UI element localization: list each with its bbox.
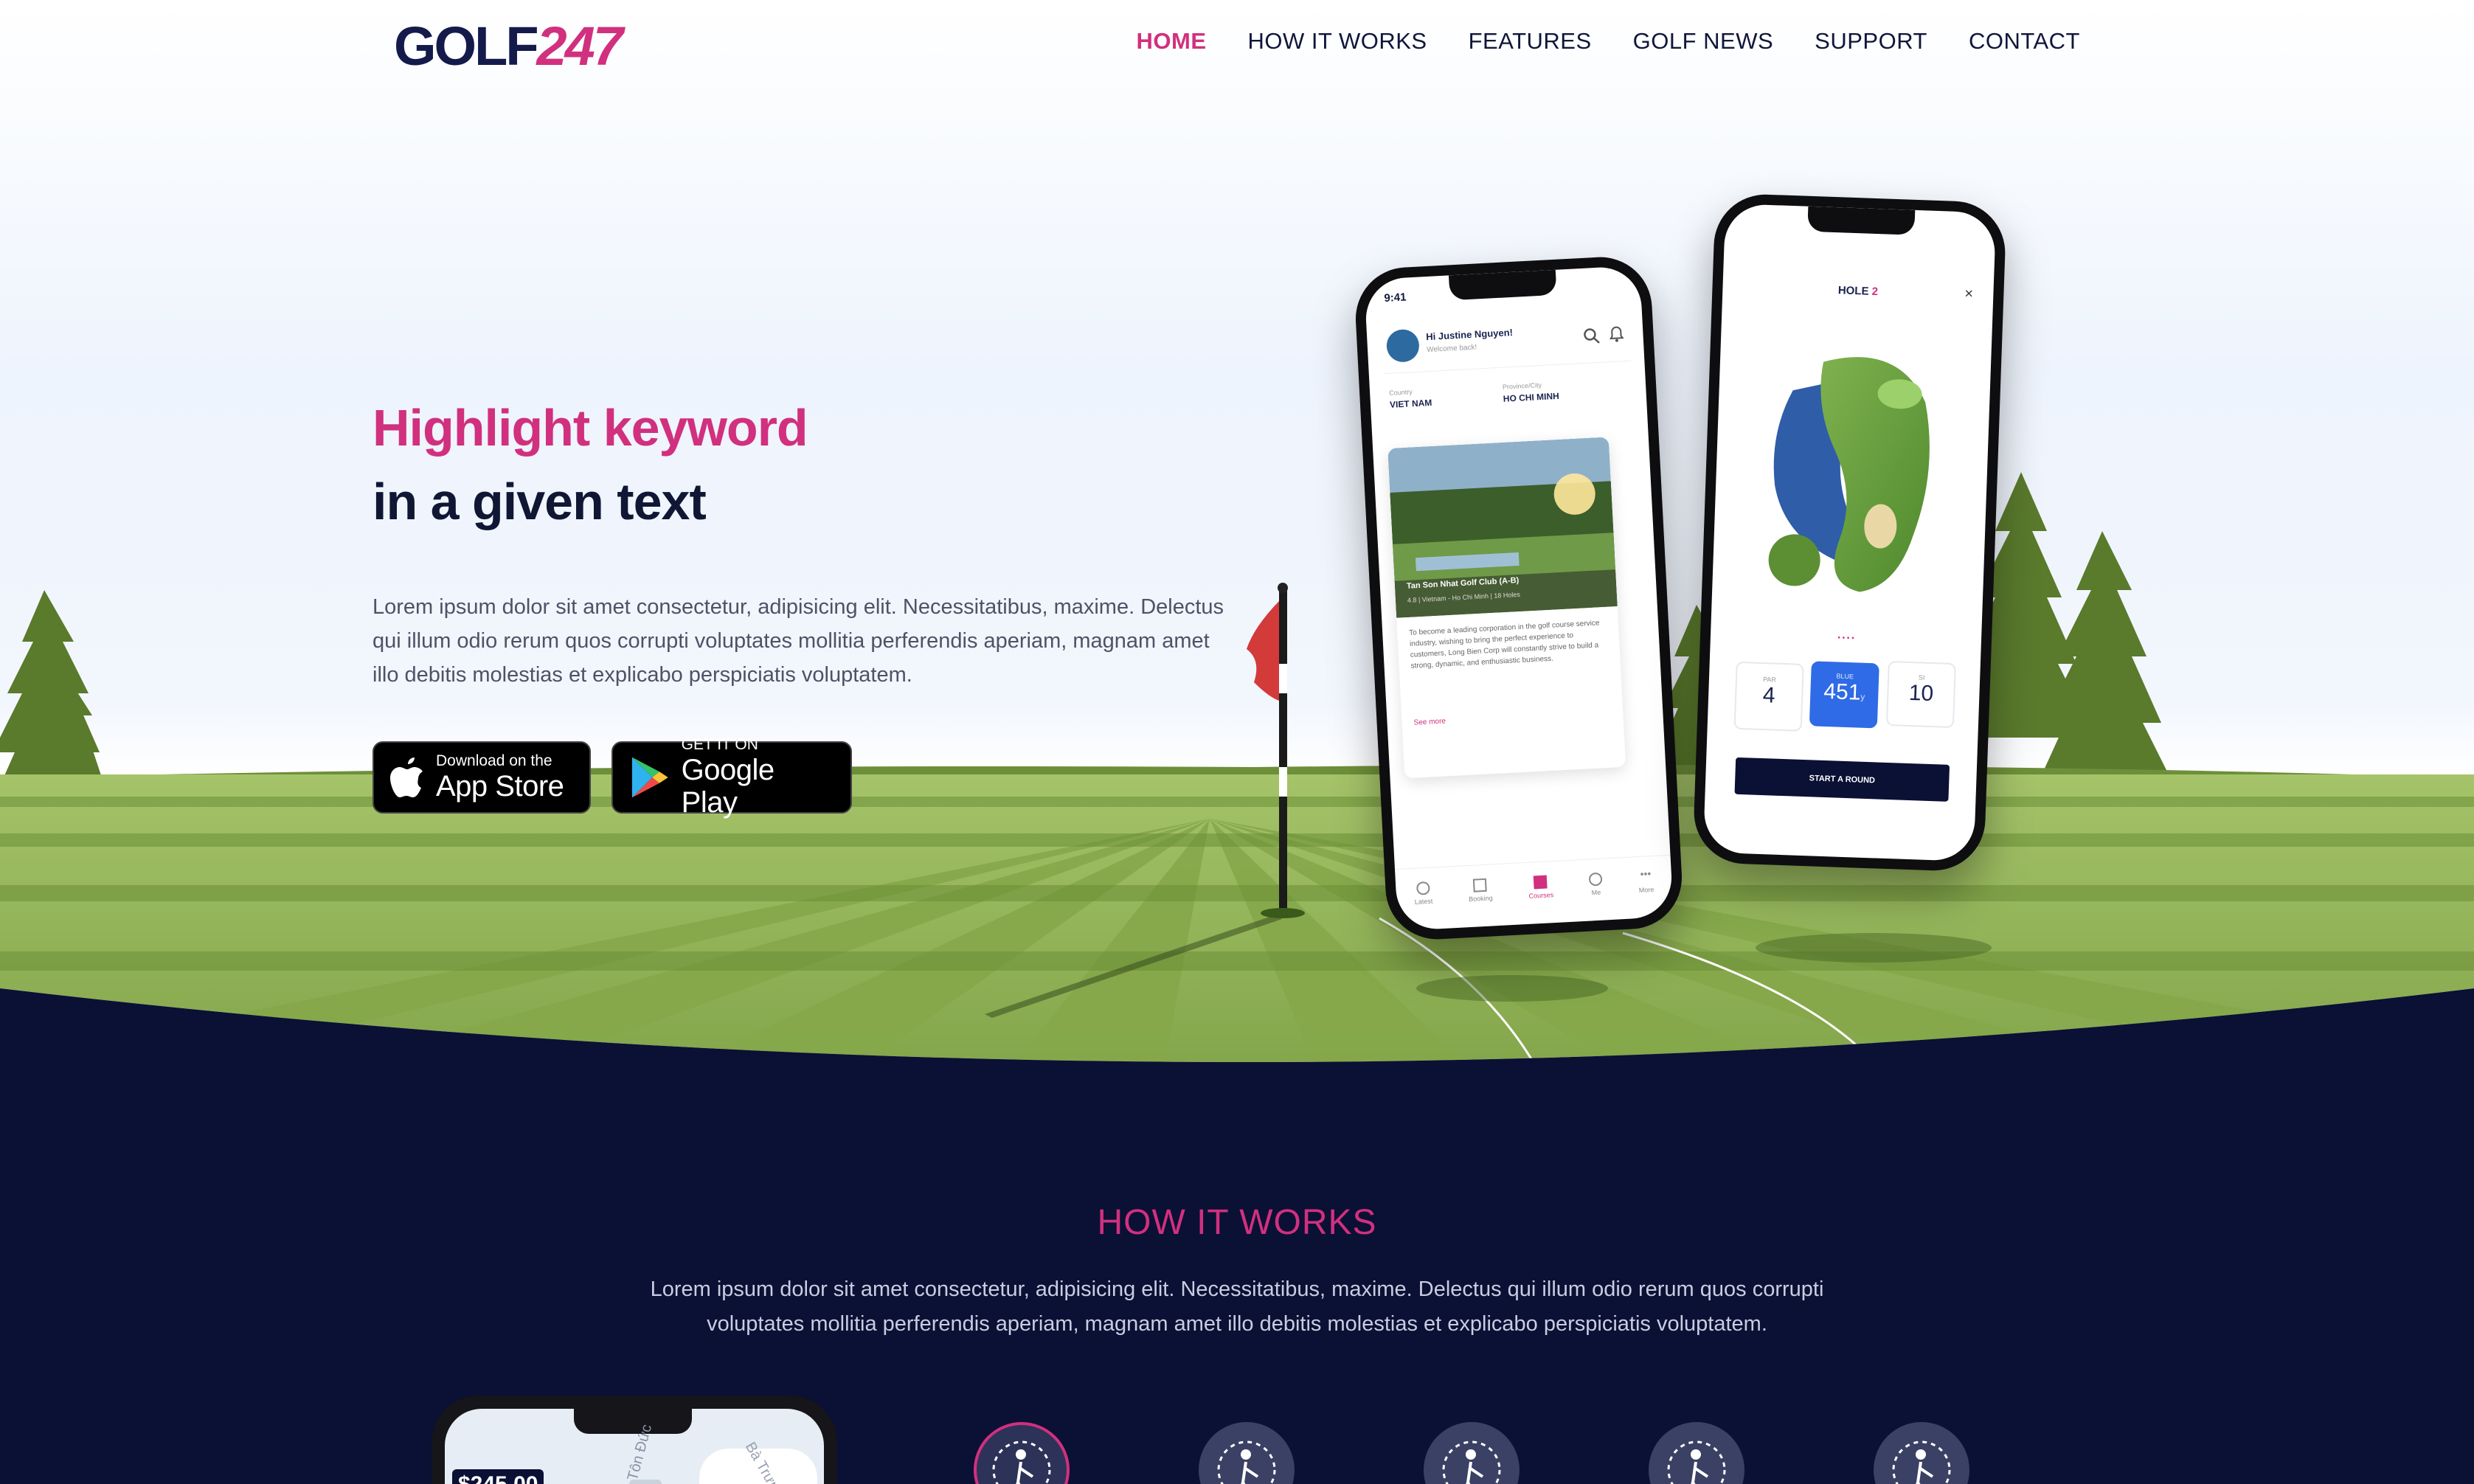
- golfer-icon: [1892, 1440, 1951, 1484]
- more-dots-icon: •••: [1640, 867, 1652, 880]
- globe-icon: [1416, 881, 1430, 895]
- tab-label: Booking: [1468, 894, 1493, 904]
- golfer-icon: [1217, 1440, 1276, 1484]
- preview-panel: Bà Trưng ≡: [699, 1440, 817, 1484]
- country-value[interactable]: VIET NAM: [1390, 398, 1432, 410]
- hole-number: 2: [1871, 285, 1879, 299]
- phone-right-screen: HOLE 2 × • • • • PAR 4 BLUE 451y SI 10 S…: [1702, 203, 1997, 862]
- nav-golf-news[interactable]: GOLF NEWS: [1633, 28, 1774, 55]
- nav-contact[interactable]: CONTACT: [1969, 28, 2080, 55]
- nav-home[interactable]: HOME: [1137, 28, 1207, 55]
- search-icon[interactable]: [1582, 327, 1601, 345]
- preview-photo: [629, 1480, 662, 1484]
- course-description: To become a leading corporation in the g…: [1408, 619, 1600, 670]
- step-4-icon[interactable]: [1649, 1422, 1744, 1484]
- tab-label: Me: [1591, 888, 1601, 897]
- tab-more[interactable]: ••• More: [1638, 867, 1654, 895]
- status-time: 9:41: [1384, 291, 1407, 305]
- store-buttons: Download on the App Store GET IT ON Goog…: [373, 736, 852, 819]
- preview-map-label-2: Bà Trưng: [741, 1439, 787, 1484]
- see-more-link[interactable]: See more: [1413, 717, 1446, 727]
- course-photo: [1387, 437, 1618, 618]
- app-store-button[interactable]: Download on the App Store: [373, 741, 591, 814]
- tab-latest[interactable]: Latest: [1413, 881, 1433, 906]
- golfer-icon: [1442, 1440, 1501, 1484]
- main-nav: HOME HOW IT WORKS FEATURES GOLF NEWS SUP…: [1137, 28, 2081, 55]
- calendar-icon: [1473, 878, 1488, 892]
- phone-mockup-right: HOLE 2 × • • • • PAR 4 BLUE 451y SI 10 S…: [1692, 193, 2007, 873]
- hero-scenery: [0, 472, 2474, 1484]
- step-1-icon[interactable]: [974, 1422, 1070, 1484]
- distance-value: 451: [1823, 679, 1862, 705]
- start-round-button[interactable]: START A ROUND: [1734, 757, 1950, 802]
- close-icon[interactable]: ×: [1964, 285, 1973, 302]
- avatar: [1385, 328, 1420, 363]
- how-preview-phone: $245.00 Tôn Đức Bà Trưng ≡: [432, 1395, 837, 1484]
- step-3-icon[interactable]: [1424, 1422, 1520, 1484]
- phone-left-screen: 9:41 Hi Justine Nguyen! Welcome back! Co…: [1364, 265, 1674, 932]
- app-store-small-text: Download on the: [436, 752, 552, 769]
- logo[interactable]: GOLF 247: [394, 15, 623, 77]
- hole-map: [1768, 357, 1930, 592]
- app-store-big-text: App Store: [436, 770, 564, 802]
- tab-booking[interactable]: Booking: [1468, 878, 1493, 903]
- hero-title-highlight: Highlight keyword: [373, 399, 808, 457]
- par-box: PAR 4: [1733, 661, 1804, 732]
- bottom-tab-bar: Latest Booking Courses Me ••• More: [1394, 854, 1674, 932]
- google-play-icon: [631, 757, 668, 798]
- nav-support[interactable]: SUPPORT: [1815, 28, 1927, 55]
- tab-label: Courses: [1528, 891, 1554, 900]
- golfer-icon: [992, 1440, 1051, 1484]
- distance-box[interactable]: BLUE 451y: [1809, 661, 1879, 729]
- hole-title: HOLE 2: [1722, 280, 1993, 302]
- country-label: Country: [1388, 388, 1413, 397]
- tab-label: Latest: [1414, 897, 1433, 906]
- nav-features[interactable]: FEATURES: [1469, 28, 1592, 55]
- hero-text: Highlight keyword in a given text Lorem …: [373, 391, 1258, 692]
- site-header: GOLF 247 HOME HOW IT WORKS FEATURES GOLF…: [0, 0, 2474, 96]
- google-play-button[interactable]: GET IT ON Google Play: [611, 736, 852, 819]
- si-box: SI 10: [1885, 660, 1956, 729]
- google-play-big-text: Google Play: [681, 754, 775, 819]
- province-label: Province/City: [1502, 381, 1542, 391]
- step-2-icon[interactable]: [1199, 1422, 1295, 1484]
- distance-unit: y: [1860, 691, 1865, 702]
- logo-part-2: 247: [536, 15, 623, 77]
- bell-icon[interactable]: [1607, 324, 1626, 344]
- courses-icon: [1533, 875, 1548, 890]
- tab-label: More: [1638, 885, 1654, 895]
- tab-me[interactable]: Me: [1588, 872, 1604, 897]
- si-value: 10: [1908, 680, 1934, 707]
- course-card[interactable]: Tan Son Nhat Golf Club (A-B) 4.8 | Vietn…: [1387, 437, 1626, 779]
- phone-mockup-left: 9:41 Hi Justine Nguyen! Welcome back! Co…: [1353, 254, 1685, 942]
- hole-label: HOLE: [1837, 284, 1869, 298]
- how-it-works-description: Lorem ipsum dolor sit amet consectetur, …: [650, 1277, 1824, 1336]
- hero-title: in a given text: [373, 473, 707, 530]
- page: GOLF 247 HOME HOW IT WORKS FEATURES GOLF…: [0, 0, 2474, 1484]
- province-value[interactable]: HO CHI MINH: [1503, 391, 1559, 404]
- logo-part-1: GOLF: [394, 15, 539, 77]
- apple-icon: [390, 757, 423, 797]
- preview-price: $245.00: [452, 1469, 544, 1484]
- step-5-icon[interactable]: [1874, 1422, 1969, 1484]
- google-play-small-text: GET IT ON: [681, 736, 758, 753]
- greeting: Hi Justine Nguyen!: [1425, 326, 1514, 343]
- hero-description: Lorem ipsum dolor sit amet consectetur, …: [373, 595, 1224, 687]
- par-value: 4: [1762, 683, 1776, 708]
- tab-courses[interactable]: Courses: [1528, 875, 1553, 900]
- subgreeting: Welcome back!: [1426, 343, 1477, 355]
- user-icon: [1588, 872, 1603, 887]
- golfer-icon: [1667, 1440, 1726, 1484]
- how-it-works-title: HOW IT WORKS: [1097, 1203, 1377, 1242]
- how-preview-screen: $245.00 Tôn Đức Bà Trưng ≡: [445, 1409, 824, 1484]
- nav-how-it-works[interactable]: HOW IT WORKS: [1248, 28, 1427, 55]
